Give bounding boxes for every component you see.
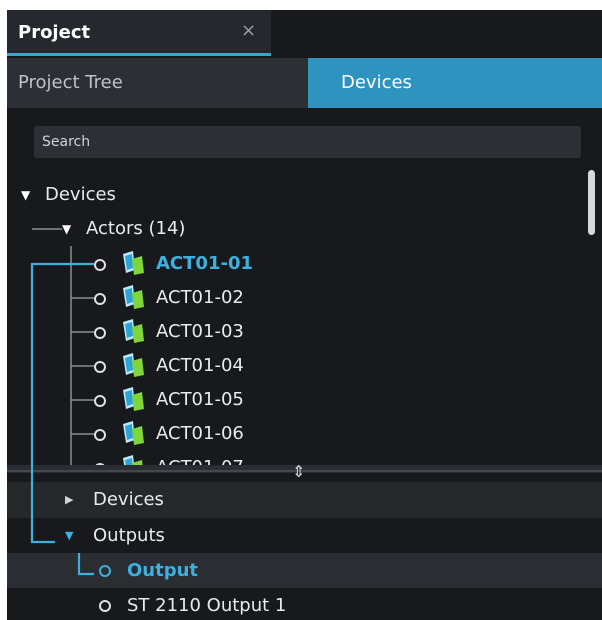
- st2110-output-item[interactable]: ST 2110 Output 1: [7, 588, 602, 620]
- tree-root-devices[interactable]: ▼ Devices: [7, 178, 587, 212]
- output-item[interactable]: Output: [7, 553, 602, 589]
- node-circle-icon: [94, 429, 106, 441]
- node-circle-icon: [94, 395, 106, 407]
- section-outputs-label: Outputs: [93, 525, 165, 546]
- tab-devices[interactable]: Devices: [308, 58, 602, 108]
- actor-label: ACT01-04: [156, 355, 244, 376]
- search-input[interactable]: Search: [34, 126, 581, 158]
- node-circle-icon: [94, 259, 106, 271]
- actor-icon: [123, 387, 144, 411]
- tree-scrollbar[interactable]: [588, 170, 595, 235]
- caret-down-icon[interactable]: ▼: [65, 518, 73, 554]
- tree-item-act01-06[interactable]: ACT01-06: [7, 417, 587, 451]
- actor-icon: [123, 455, 143, 465]
- tree-item-act01-01[interactable]: ACT01-01: [7, 247, 587, 281]
- actor-icon: [123, 251, 144, 275]
- tree-item-act01-05[interactable]: ACT01-05: [7, 383, 587, 417]
- actor-icon: [123, 319, 144, 343]
- splitter-grip-icon[interactable]: ⇕: [292, 462, 305, 481]
- tab-project[interactable]: Project ×: [7, 10, 271, 56]
- tree-item-act01-04[interactable]: ACT01-04: [7, 349, 587, 383]
- tab-project-tree[interactable]: Project Tree: [7, 58, 308, 108]
- node-circle-icon: [99, 565, 111, 577]
- node-circle-icon: [94, 327, 106, 339]
- tree-item-act01-03[interactable]: ACT01-03: [7, 315, 587, 349]
- actor-label: ACT01-03: [156, 321, 244, 342]
- caret-down-icon[interactable]: ▼: [21, 178, 30, 212]
- output-label: Output: [127, 560, 199, 581]
- st2110-output-label: ST 2110 Output 1: [127, 595, 287, 616]
- actor-icon: [123, 353, 144, 377]
- actor-label: ACT01-02: [156, 287, 244, 308]
- node-circle-icon: [94, 293, 106, 305]
- caret-right-icon[interactable]: ▶: [65, 482, 73, 518]
- tree-group-label: Actors (14): [86, 218, 186, 239]
- tree-group-actors[interactable]: ▼ Actors (14): [7, 212, 587, 246]
- actor-icon: [123, 421, 144, 445]
- tree-root-label: Devices: [45, 184, 116, 205]
- section-devices[interactable]: ▶ Devices: [7, 482, 602, 518]
- section-devices-label: Devices: [93, 489, 164, 510]
- node-circle-icon: [94, 361, 106, 373]
- device-tree: ▼ Devices ▼ Actors (14) ACT01-01 ACT01-0…: [7, 170, 602, 465]
- close-icon[interactable]: ×: [241, 20, 256, 41]
- actor-label: ACT01-07: [156, 451, 244, 465]
- view-tabs: Project Tree Devices: [7, 58, 602, 108]
- actor-icon: [123, 285, 144, 309]
- tree-item-act01-02[interactable]: ACT01-02: [7, 281, 587, 315]
- node-circle-icon: [99, 600, 111, 612]
- section-outputs[interactable]: ▼ Outputs: [7, 518, 602, 554]
- caret-down-icon[interactable]: ▼: [62, 212, 71, 246]
- project-panel: Project × Project Tree Devices Search ▼ …: [7, 10, 602, 620]
- panel-tab-bar: Project ×: [7, 10, 602, 58]
- actor-label: ACT01-05: [156, 389, 244, 410]
- actor-label: ACT01-06: [156, 423, 244, 444]
- tab-project-title: Project: [18, 22, 91, 43]
- actor-label: ACT01-01: [156, 253, 253, 274]
